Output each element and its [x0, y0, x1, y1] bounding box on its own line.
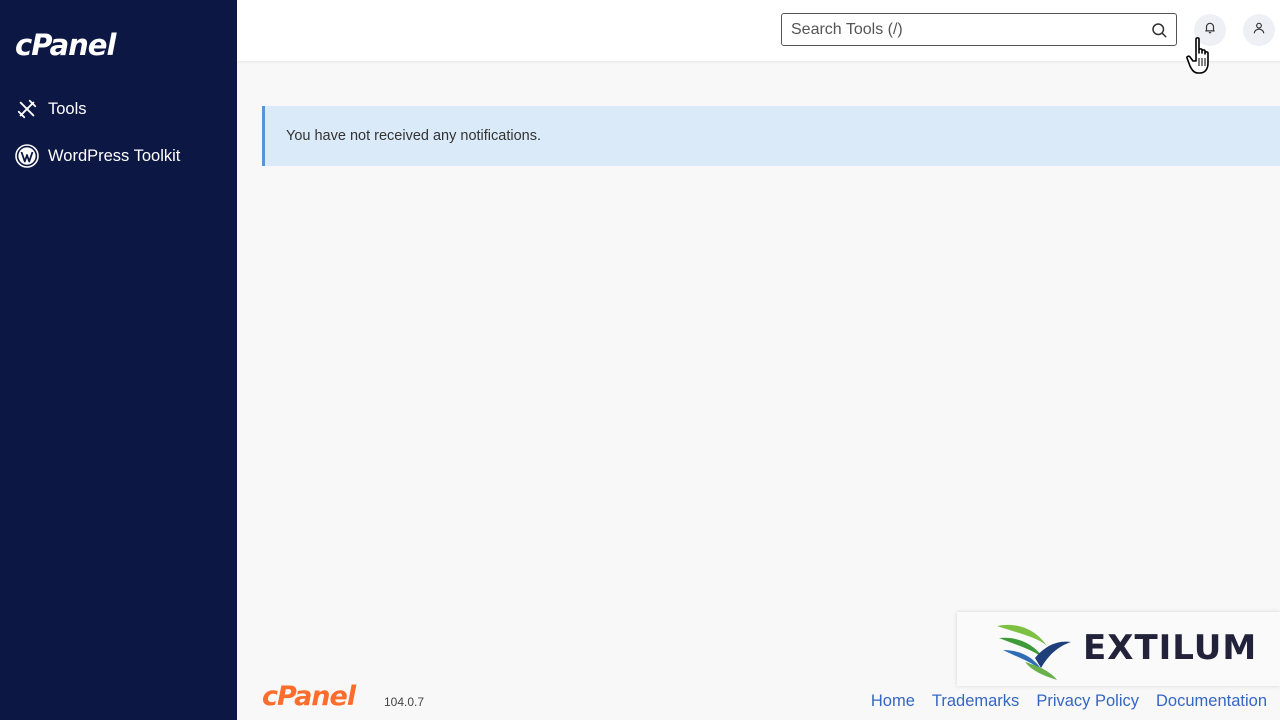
sidebar-item-label: WordPress Toolkit: [48, 146, 181, 165]
cpanel-logo[interactable]: cPanel: [15, 28, 116, 62]
search-icon[interactable]: [1150, 21, 1168, 39]
hand-cursor-icon: [1186, 37, 1209, 74]
extilum-watermark: EXTILUM: [957, 612, 1280, 686]
user-menu-button[interactable]: [1243, 14, 1275, 46]
footer-cpanel-logo: cPanel: [262, 681, 356, 712]
footer-links: Home Trademarks Privacy Policy Documenta…: [871, 692, 1267, 711]
tools-icon: [15, 97, 39, 121]
extilum-wordmark: EXTILUM: [1083, 628, 1258, 668]
footer-link-documentation[interactable]: Documentation: [1156, 692, 1267, 711]
sidebar-item-wordpress-toolkit[interactable]: WordPress Toolkit: [15, 143, 180, 169]
sidebar: cPanel Tools WordPress Toolkit: [0, 0, 237, 720]
wordpress-icon: [15, 144, 39, 168]
footer-link-home[interactable]: Home: [871, 692, 915, 711]
extilum-logo-icon: [997, 624, 1071, 680]
user-icon: [1252, 21, 1266, 40]
footer-link-trademarks[interactable]: Trademarks: [932, 692, 1019, 711]
search-input[interactable]: [782, 14, 1142, 45]
notification-alert: You have not received any notifications.: [262, 106, 1280, 166]
top-header: [237, 0, 1280, 61]
footer-link-privacy-policy[interactable]: Privacy Policy: [1036, 692, 1139, 711]
sidebar-item-tools[interactable]: Tools: [15, 96, 87, 122]
notification-message: You have not received any notifications.: [286, 128, 541, 144]
version-label: 104.0.7: [384, 695, 425, 709]
search-box[interactable]: [781, 13, 1177, 46]
sidebar-item-label: Tools: [48, 99, 87, 118]
